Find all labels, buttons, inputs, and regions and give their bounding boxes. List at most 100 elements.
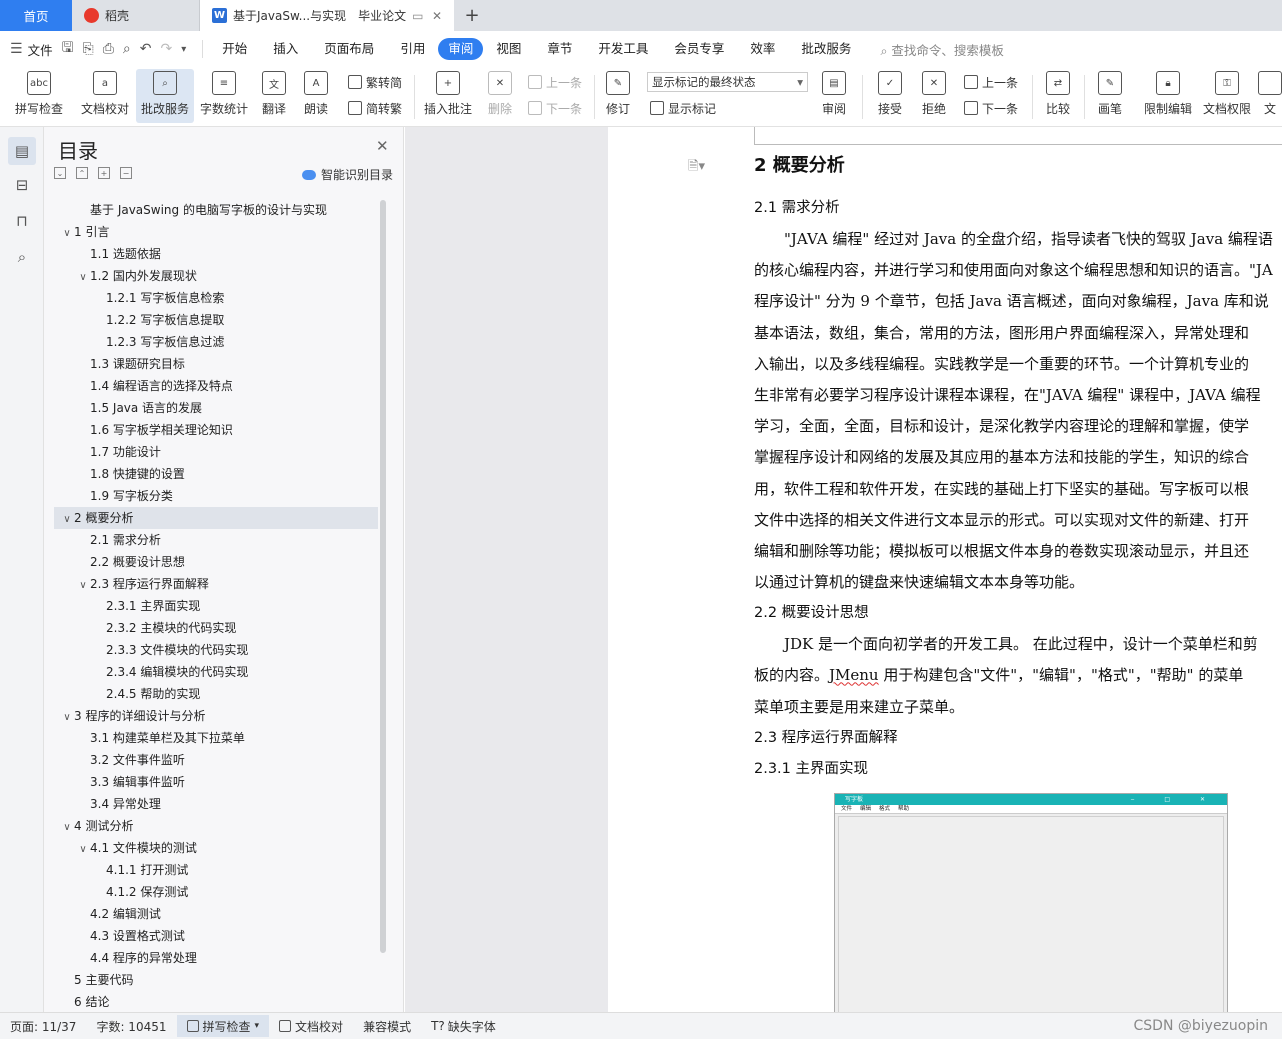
toc-item[interactable]: 1.7 功能设计 [54,441,378,463]
doc-proof-button[interactable]: a 文档校对 [76,69,134,123]
toc-item[interactable]: 1.8 快捷键的设置 [54,463,378,485]
display-state-select[interactable]: 显示标记的最终状态 [647,72,808,92]
expand-all-icon[interactable]: ⌄ [54,167,66,179]
toc-item[interactable]: 1.6 写字板学相关理论知识 [54,419,378,441]
menu-start[interactable]: 开始 [209,38,260,60]
hamburger-icon[interactable]: ☰ [10,41,23,57]
print-icon[interactable]: ⎙ [103,41,114,57]
toc-item[interactable]: 4.4 程序的异常处理 [54,947,378,969]
pen-button[interactable]: ✎ 画笔 [1092,69,1128,123]
toc-item[interactable]: 2.3.2 主模块的代码实现 [54,617,378,639]
toc-item[interactable]: ∨ 1 引言 [54,221,378,243]
chevron-down-icon[interactable]: ∨ [60,223,74,243]
toc-item[interactable]: 5 主要代码 [54,969,378,991]
toc-item[interactable]: ∨ 4 测试分析 [54,815,378,837]
export-pdf-icon[interactable]: ⎘ [83,41,94,57]
toc-item[interactable]: ∨ 2.3 程序运行界面解释 [54,573,378,595]
toc-item[interactable]: 2.4.5 帮助的实现 [54,683,378,705]
toc-item[interactable]: 1.1 选题依据 [54,243,378,265]
menu-review[interactable]: 审阅 [438,38,484,60]
remove-heading-icon[interactable]: − [120,167,132,179]
menu-page-layout[interactable]: 页面布局 [311,38,387,60]
show-marks-button[interactable]: 显示标记 [650,97,716,119]
toc-item[interactable]: 1.3 课题研究目标 [54,353,378,375]
search-panel-icon[interactable]: ⌕ [12,247,32,267]
toc-item[interactable]: 4.3 设置格式测试 [54,925,378,947]
chevron-down-icon[interactable]: ∨ [76,575,90,595]
restrict-edit-button[interactable]: 🔒︎ 限制编辑 [1140,69,1196,123]
toc-item[interactable]: 2.1 需求分析 [54,529,378,551]
toc-item[interactable]: 4.2 编辑测试 [54,903,378,925]
spell-check-button[interactable]: abc 拼写检查 [6,69,72,123]
next-change-button[interactable]: 下一条 [964,97,1018,119]
bookmark-icon[interactable]: ⊓ [12,211,32,231]
doc-more-button[interactable]: 文 [1258,69,1282,123]
more-dropdown-icon[interactable]: ▾ [181,44,186,55]
delete-comment-button[interactable]: ✕ 删除 [480,69,520,123]
toc-item[interactable]: 2.3.1 主界面实现 [54,595,378,617]
toc-item[interactable]: 2.2 概要设计思想 [54,551,378,573]
menu-dev-tools[interactable]: 开发工具 [585,38,661,60]
page-indicator[interactable]: 页面: 11/37 [0,1018,86,1035]
toc-item[interactable]: 3.2 文件事件监听 [54,749,378,771]
correction-service-button[interactable]: ⌕ 批改服务 [136,69,194,123]
toc-item[interactable]: 6 结论 [54,991,378,1007]
smart-toc-button[interactable]: 智能识别目录 [302,166,393,183]
simp-to-trad-button[interactable]: 简转繁 [348,97,402,119]
toc-item[interactable]: ∨ 4.1 文件模块的测试 [54,837,378,859]
new-tab-button[interactable]: + [454,0,490,31]
command-search[interactable]: ⌕ 查找命令、搜索模板 [864,40,1004,59]
review-pane-button[interactable]: ▤ 审阅 [814,69,854,123]
toc-item[interactable]: 1.2.1 写字板信息检索 [54,287,378,309]
doc-permission-button[interactable]: ⚿ 文档权限 [1200,69,1254,123]
menu-view[interactable]: 视图 [483,38,534,60]
toc-item[interactable]: 2.3.3 文件模块的代码实现 [54,639,378,661]
toc-item[interactable]: 3.1 构建菜单栏及其下拉菜单 [54,727,378,749]
close-tab-icon[interactable]: ✕ [432,9,442,23]
chevron-down-icon[interactable]: ∨ [60,707,74,727]
toc-item[interactable]: 4.1.1 打开测试 [54,859,378,881]
reject-button[interactable]: ✕ 拒绝 [914,69,954,123]
next-comment-button[interactable]: 下一条 [528,97,582,119]
file-menu[interactable]: 文件 [28,40,53,59]
accept-button[interactable]: ✓ 接受 [870,69,910,123]
toc-scrollbar[interactable] [380,200,386,953]
toc-item[interactable]: 3.3 编辑事件监听 [54,771,378,793]
read-aloud-button[interactable]: A 朗读 [298,69,334,123]
prev-change-button[interactable]: 上一条 [964,71,1018,93]
spelling-error-word[interactable]: JMenu [829,666,879,684]
translate-button[interactable]: 文翻译 [254,69,294,123]
chevron-down-icon[interactable]: ∨ [60,509,74,529]
toc-item[interactable]: 4.1.2 保存测试 [54,881,378,903]
spell-check-status[interactable]: 拼写检查 ▾ [176,1015,270,1037]
section-panel-icon[interactable]: ⊟ [12,175,32,195]
toc-item[interactable]: 3.4 异常处理 [54,793,378,815]
collapse-all-icon[interactable]: ⌃ [76,167,88,179]
missing-font-status[interactable]: T? 缺失字体 [421,1018,506,1035]
word-count-button[interactable]: ≡ 字数统计 [196,69,252,123]
chevron-down-icon[interactable]: ∨ [76,839,90,859]
toc-item[interactable]: 基于 JavaSwing 的电脑写字板的设计与实现 [54,199,378,221]
toc-item[interactable]: 1.5 Java 语言的发展 [54,397,378,419]
menu-insert[interactable]: 插入 [260,38,311,60]
insert-comment-button[interactable]: + 插入批注 [420,69,476,123]
print-preview-icon[interactable]: ⌕ [123,41,131,57]
undo-icon[interactable]: ↶ [140,41,152,57]
menu-member[interactable]: 会员专享 [661,38,737,60]
chevron-down-icon[interactable]: ∨ [60,817,74,837]
close-icon[interactable]: ✕ [376,137,389,155]
toc-item[interactable]: 1.9 写字板分类 [54,485,378,507]
tab-home[interactable]: 首页 [0,0,72,31]
menu-reference[interactable]: 引用 [387,38,438,60]
prev-comment-button[interactable]: 上一条 [528,71,582,93]
save-icon[interactable]: 🖫 [62,37,74,61]
redo-icon[interactable]: ↷ [161,41,173,57]
menu-chapter[interactable]: 章节 [534,38,585,60]
paragraph-options-icon[interactable]: 🗎▾ [688,157,705,179]
add-heading-icon[interactable]: + [98,167,110,179]
toc-item[interactable]: 1.2.2 写字板信息提取 [54,309,378,331]
toc-item[interactable]: ∨ 2 概要分析 [54,507,378,529]
compat-mode-status[interactable]: 兼容模式 [353,1018,421,1035]
toc-item[interactable]: ∨ 1.2 国内外发展现状 [54,265,378,287]
toc-item[interactable]: 1.2.3 写字板信息过滤 [54,331,378,353]
